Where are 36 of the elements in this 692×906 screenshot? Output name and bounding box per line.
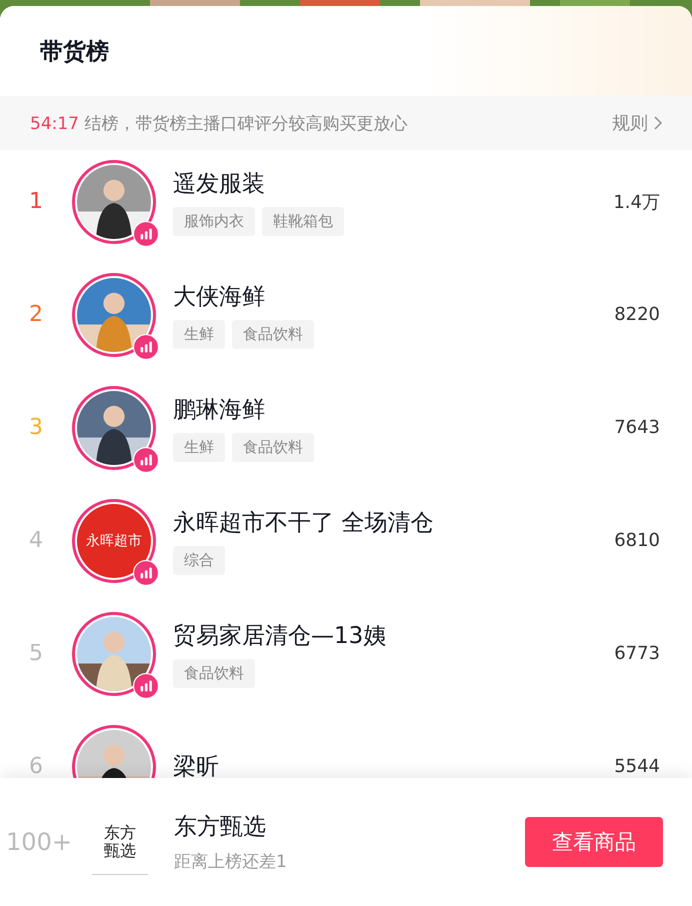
rank-number: 2 (28, 302, 44, 327)
category-tag: 综合 (173, 546, 225, 574)
category-tag: 生鲜 (173, 432, 225, 462)
sales-count: 8220 (613, 304, 661, 325)
streamer-name: 鹏琳海鲜 (173, 396, 266, 424)
rank-gap-text: 距离上榜还差1 (174, 851, 288, 873)
rules-link[interactable]: 规则 (612, 111, 662, 135)
rank-number: 6 (28, 754, 44, 778)
panel-title: 带货榜 (40, 38, 109, 66)
chevron-icon (654, 116, 662, 130)
category-tag: 生鲜 (173, 320, 225, 348)
view-products-button[interactable]: 查看商品 (525, 817, 663, 867)
shop-name: 东方甄选 (174, 813, 267, 842)
category-tag: 鞋靴箱包 (262, 206, 344, 236)
sales-count: 5544 (613, 756, 661, 777)
category-tag: 服饰内衣 (173, 206, 255, 236)
sales-count: 7643 (613, 417, 661, 438)
rank-number: 4 (28, 528, 44, 553)
rank-number: 1 (28, 189, 44, 214)
sales-count: 6773 (613, 643, 661, 664)
category-tag: 食品饮料 (232, 432, 314, 462)
sales-count: 6810 (613, 530, 661, 551)
avatar-text: 永晖超市 (86, 532, 142, 550)
streamer-name: 永晖超市不干了 全场清仓 (173, 508, 434, 538)
logo-text: 东方甄选 (103, 824, 137, 860)
rank-number: 5 (28, 641, 44, 666)
category-tag: 食品饮料 (173, 658, 255, 688)
streamer-name: 贸易家居清仓—13姨 (173, 622, 388, 650)
streamer-name: 大侠海鲜 (173, 282, 266, 312)
category-tag: 食品饮料 (232, 320, 314, 348)
sales-count: 1.4万 (612, 190, 661, 214)
rank-number: 100+ (5, 828, 73, 856)
notice-text: 54:17 结榜，带货榜主播口碑评分较高购买更放心 (30, 112, 408, 134)
rank-number: 3 (28, 415, 44, 440)
streamer-name: 遥发服装 (173, 170, 266, 198)
streamer-name: 梁昕 (173, 753, 220, 778)
